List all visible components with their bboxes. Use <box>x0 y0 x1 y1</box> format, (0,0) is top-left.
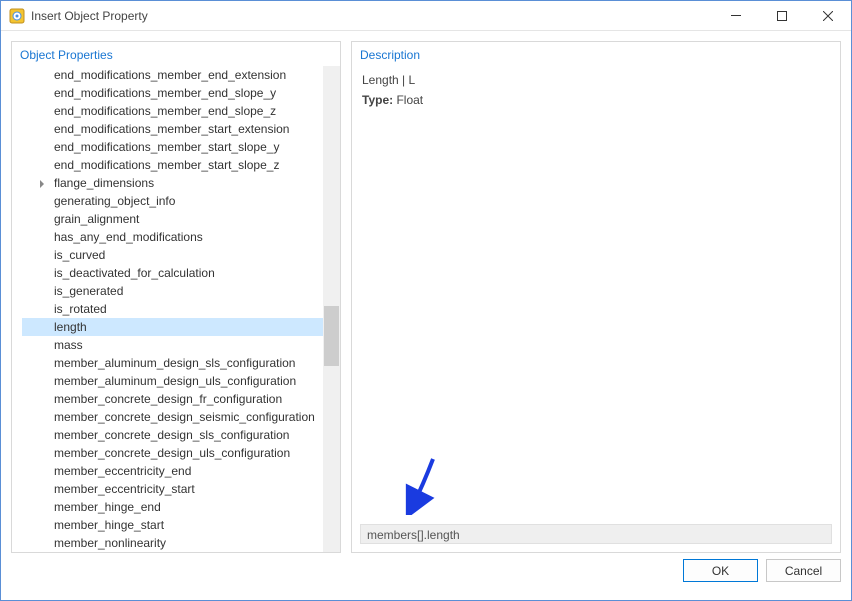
tree-item[interactable]: end_modifications_member_end_slope_z <box>22 102 323 120</box>
app-icon <box>9 8 25 24</box>
tree-item[interactable]: end_modifications_member_end_slope_y <box>22 84 323 102</box>
tree-item[interactable]: end_modifications_member_start_slope_y <box>22 138 323 156</box>
property-path-text: members[].length <box>367 528 460 542</box>
description-header: Description <box>352 42 840 66</box>
tree-item[interactable]: member_eccentricity_end <box>22 462 323 480</box>
tree-item[interactable]: member_concrete_design_sls_configuration <box>22 426 323 444</box>
tree-item[interactable]: member_hinge_end <box>22 498 323 516</box>
tree-item[interactable]: member_eccentricity_start <box>22 480 323 498</box>
tree-item[interactable]: grain_alignment <box>22 210 323 228</box>
description-type-line: Type: Float <box>362 90 830 110</box>
description-body: Length | L Type: Float <box>352 66 840 114</box>
minimize-button[interactable] <box>713 1 759 31</box>
property-tree[interactable]: end_modifications_member_end_extensionen… <box>12 66 323 552</box>
content-area: Object Properties end_modifications_memb… <box>1 31 851 559</box>
object-properties-header: Object Properties <box>12 42 340 66</box>
description-name-line: Length | L <box>362 70 830 90</box>
tree-item[interactable]: generating_object_info <box>22 192 323 210</box>
tree-item[interactable]: member_aluminum_design_sls_configuration <box>22 354 323 372</box>
tree-item[interactable]: member_concrete_design_uls_configuration <box>22 444 323 462</box>
scrollbar[interactable] <box>323 66 340 552</box>
tree-item[interactable]: member_nonlinearity <box>22 534 323 552</box>
window-controls <box>713 1 851 31</box>
tree-item[interactable]: end_modifications_member_end_extension <box>22 66 323 84</box>
tree-item[interactable]: is_generated <box>22 282 323 300</box>
tree-item[interactable]: flange_dimensions <box>22 174 323 192</box>
window-title: Insert Object Property <box>31 9 713 23</box>
tree-item[interactable]: has_any_end_modifications <box>22 228 323 246</box>
maximize-button[interactable] <box>759 1 805 31</box>
tree-item[interactable]: mass <box>22 336 323 354</box>
tree-item[interactable]: is_rotated <box>22 300 323 318</box>
dialog-footer: OK Cancel <box>1 559 851 592</box>
tree-item[interactable]: is_deactivated_for_calculation <box>22 264 323 282</box>
object-properties-panel: Object Properties end_modifications_memb… <box>11 41 341 553</box>
type-label: Type: <box>362 93 393 107</box>
cancel-button[interactable]: Cancel <box>766 559 841 582</box>
close-button[interactable] <box>805 1 851 31</box>
scrollbar-thumb[interactable] <box>324 306 339 366</box>
tree-item[interactable]: member_concrete_design_fr_configuration <box>22 390 323 408</box>
tree-item[interactable]: member_hinge_start <box>22 516 323 534</box>
tree-item[interactable]: member_concrete_design_seismic_configura… <box>22 408 323 426</box>
tree-item[interactable]: member_aluminum_design_uls_configuration <box>22 372 323 390</box>
property-path-field[interactable]: members[].length <box>360 524 832 544</box>
tree-item[interactable]: is_curved <box>22 246 323 264</box>
ok-button[interactable]: OK <box>683 559 758 582</box>
type-value: Float <box>393 93 423 107</box>
tree-item[interactable]: length <box>22 318 323 336</box>
tree-item[interactable]: end_modifications_member_start_extension <box>22 120 323 138</box>
description-panel: Description Length | L Type: Float membe… <box>351 41 841 553</box>
tree-item[interactable]: end_modifications_member_start_slope_z <box>22 156 323 174</box>
titlebar: Insert Object Property <box>1 1 851 31</box>
property-tree-wrapper: end_modifications_member_end_extensionen… <box>12 66 340 552</box>
